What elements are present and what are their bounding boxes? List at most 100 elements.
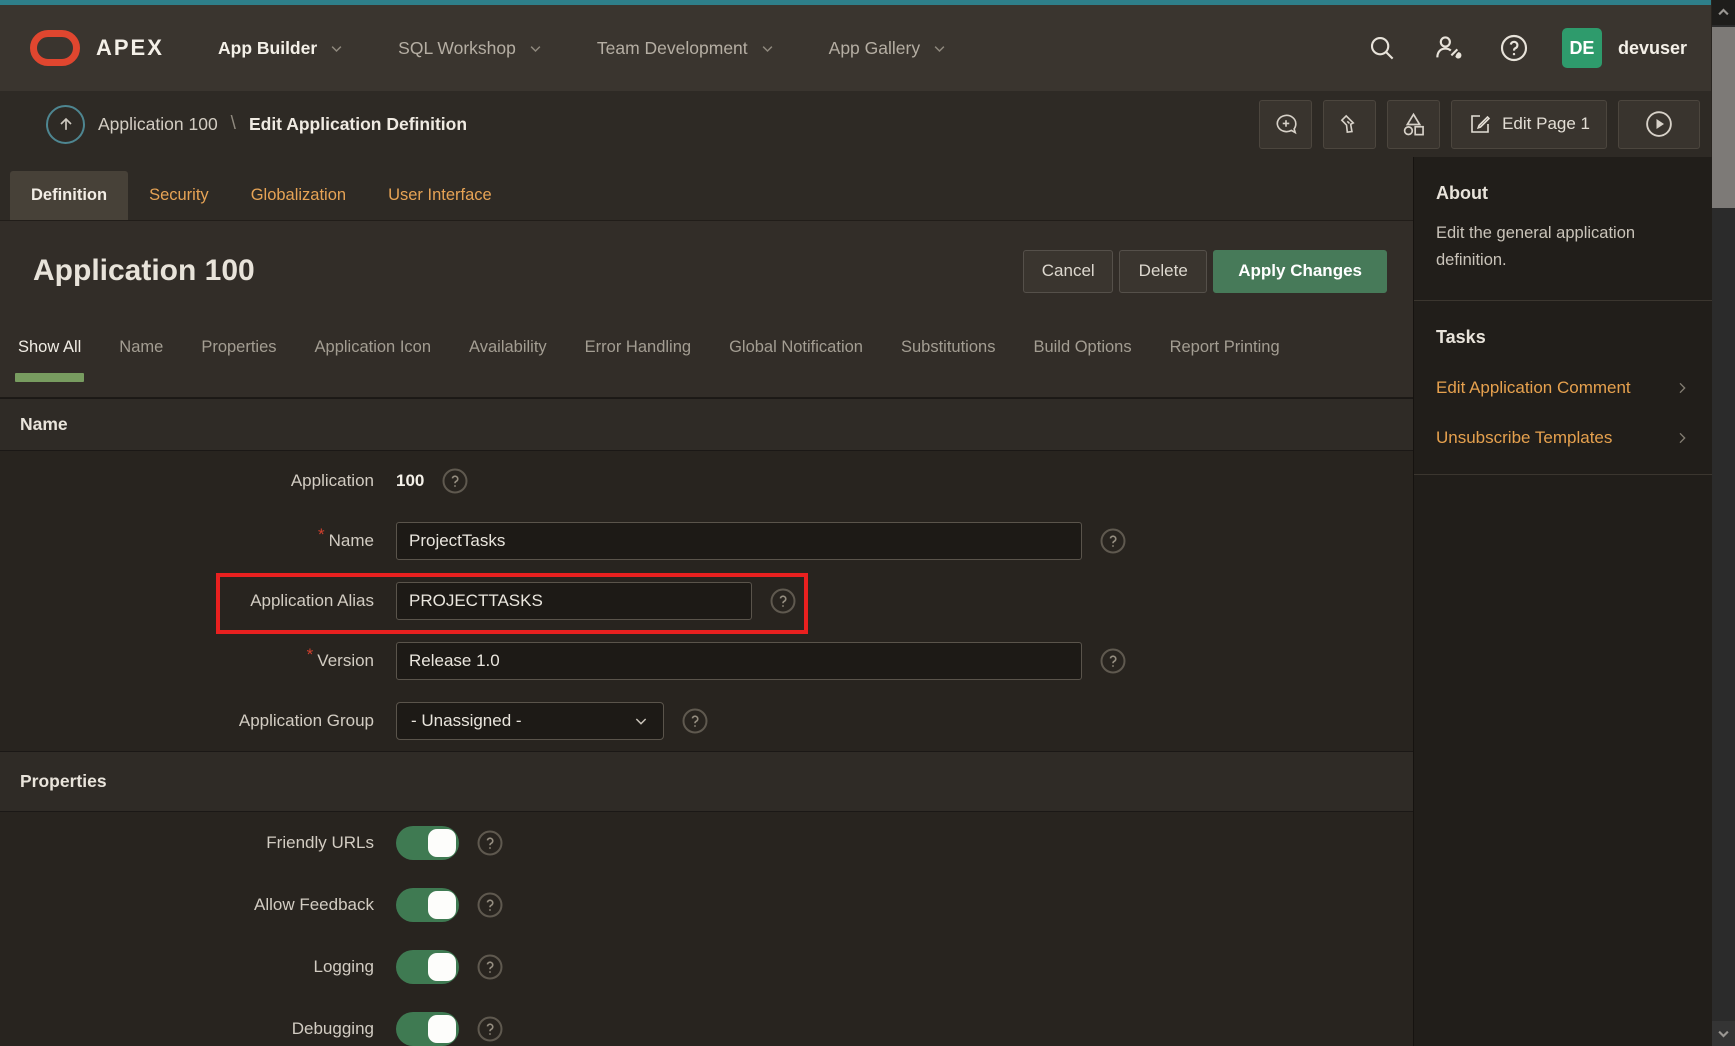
nav-menu-sql-workshop[interactable]: SQL Workshop xyxy=(398,38,543,59)
chevron-down-icon xyxy=(932,41,947,56)
subtab-show-all[interactable]: Show All xyxy=(18,338,81,357)
chevron-right-icon xyxy=(1674,430,1690,446)
section-header-properties: Properties xyxy=(0,751,1413,812)
scroll-down-icon[interactable] xyxy=(1712,1021,1735,1046)
field-row-application-alias: Application Alias xyxy=(0,571,1413,631)
subtab-build-options[interactable]: Build Options xyxy=(1033,338,1131,357)
section-header-name: Name xyxy=(0,398,1413,451)
chevron-down-icon xyxy=(633,713,649,729)
nav-menus: App Builder SQL Workshop Team Development A… xyxy=(200,38,947,59)
field-label: Application Group xyxy=(0,711,374,731)
subtab-properties[interactable]: Properties xyxy=(201,338,276,357)
region-subtabs: Show All Name Properties Application Icon Av… xyxy=(0,321,1413,398)
select-value: - Unassigned - xyxy=(411,711,522,731)
version-input[interactable] xyxy=(396,642,1082,680)
field-help-icon[interactable] xyxy=(770,588,796,614)
breadcrumb-separator: \ xyxy=(231,113,236,135)
tab-user-interface[interactable]: User Interface xyxy=(367,171,513,220)
user-avatar[interactable]: DE xyxy=(1562,28,1602,68)
sidebar-divider xyxy=(1414,300,1712,301)
debugging-toggle[interactable] xyxy=(396,1012,459,1046)
task-link-edit-application-comment[interactable]: Edit Application Comment xyxy=(1436,378,1690,398)
right-sidebar: About Edit the general application defin… xyxy=(1413,157,1712,1046)
apex-edit-application-definition: APEX App BuilderSQL WorkshopTeam Develop… xyxy=(0,0,1735,1046)
cancel-button[interactable]: Cancel xyxy=(1023,250,1113,293)
tab-globalization[interactable]: Globalization xyxy=(230,171,367,220)
subtab-availability[interactable]: Availability xyxy=(469,338,547,357)
nav-menu-app-builder[interactable]: App Builder xyxy=(218,38,344,59)
field-help-icon[interactable] xyxy=(477,892,503,918)
field-control xyxy=(396,642,1126,680)
field-label-text: Name xyxy=(329,531,374,550)
toggle-row-friendly-urls: Friendly URLs xyxy=(0,812,1413,874)
field-help-icon[interactable] xyxy=(442,468,468,494)
toggle-row-allow-feedback: Allow Feedback xyxy=(0,874,1413,936)
user-name[interactable]: devuser xyxy=(1618,38,1687,59)
search-icon[interactable] xyxy=(1364,30,1400,66)
add-comment-button[interactable] xyxy=(1259,100,1312,149)
friendly-urls-toggle[interactable] xyxy=(396,826,459,860)
subtab-name[interactable]: Name xyxy=(119,338,163,357)
tab-definition[interactable]: Definition xyxy=(10,171,128,220)
page-title: Application 100 xyxy=(33,254,255,288)
flashlight-icon-button[interactable] xyxy=(1323,100,1376,149)
run-application-button[interactable] xyxy=(1618,100,1700,149)
field-help-icon[interactable] xyxy=(477,1016,503,1042)
edit-page-button[interactable]: Edit Page 1 xyxy=(1451,100,1607,149)
field-control xyxy=(396,826,503,860)
delete-button[interactable]: Delete xyxy=(1119,250,1207,293)
toggle-knob xyxy=(428,1015,456,1043)
about-title: About xyxy=(1436,183,1690,204)
vertical-scrollbar[interactable] xyxy=(1712,0,1735,1046)
application-alias-input[interactable] xyxy=(396,582,752,620)
field-control: 100 xyxy=(396,468,468,494)
field-label-text: Application xyxy=(291,471,374,490)
help-icon[interactable] xyxy=(1496,30,1532,66)
nav-menu-team-development[interactable]: Team Development xyxy=(597,38,775,59)
logging-toggle[interactable] xyxy=(396,950,459,984)
scroll-up-icon[interactable] xyxy=(1712,0,1735,25)
oracle-logo-icon xyxy=(30,30,80,66)
field-help-icon[interactable] xyxy=(477,830,503,856)
arrow-up-circle-icon[interactable] xyxy=(46,105,85,144)
field-help-icon[interactable] xyxy=(1100,648,1126,674)
application-group-select[interactable]: - Unassigned - xyxy=(396,702,664,740)
field-control xyxy=(396,1012,503,1046)
subtab-application-icon[interactable]: Application Icon xyxy=(315,338,432,357)
field-label: Logging xyxy=(0,957,374,977)
primary-tabs: DefinitionSecurityGlobalizationUser Inte… xyxy=(0,157,1413,221)
field-label: *Version xyxy=(0,651,374,671)
name-input[interactable] xyxy=(396,522,1082,560)
task-links: Edit Application Comment Unsubscribe Temp… xyxy=(1436,378,1690,448)
subtab-report-printing[interactable]: Report Printing xyxy=(1170,338,1280,357)
apply-changes-button[interactable]: Apply Changes xyxy=(1213,250,1387,293)
toggle-row-logging: Logging xyxy=(0,936,1413,998)
field-label-text: Version xyxy=(317,651,374,670)
toggle-knob xyxy=(428,953,456,981)
header-buttons: Cancel Delete Apply Changes xyxy=(1023,250,1387,293)
breadcrumb-current: Edit Application Definition xyxy=(249,114,467,135)
field-control xyxy=(396,950,503,984)
field-label: Allow Feedback xyxy=(0,895,374,915)
field-label: Application Alias xyxy=(0,591,374,611)
tasks-title: Tasks xyxy=(1436,327,1690,348)
nav-menu-app-gallery[interactable]: App Gallery xyxy=(829,38,947,59)
field-help-icon[interactable] xyxy=(1100,528,1126,554)
subtab-substitutions[interactable]: Substitutions xyxy=(901,338,995,357)
required-asterisk: * xyxy=(307,645,314,664)
subtab-global-notification[interactable]: Global Notification xyxy=(729,338,863,357)
subtab-error-handling[interactable]: Error Handling xyxy=(585,338,691,357)
task-link-unsubscribe-templates[interactable]: Unsubscribe Templates xyxy=(1436,428,1690,448)
toggle-knob xyxy=(428,891,456,919)
allow-feedback-toggle[interactable] xyxy=(396,888,459,922)
scrollbar-thumb[interactable] xyxy=(1712,27,1735,208)
field-label-text: Application Group xyxy=(239,711,374,730)
breadcrumb-parent[interactable]: Application 100 xyxy=(98,114,218,135)
field-help-icon[interactable] xyxy=(477,954,503,980)
administration-icon[interactable] xyxy=(1430,30,1466,66)
tab-security[interactable]: Security xyxy=(128,171,230,220)
field-help-icon[interactable] xyxy=(682,708,708,734)
field-label-text: Application Alias xyxy=(250,591,374,610)
shared-components-shapes-button[interactable] xyxy=(1387,100,1440,149)
toggle-row-debugging: Debugging xyxy=(0,998,1413,1046)
